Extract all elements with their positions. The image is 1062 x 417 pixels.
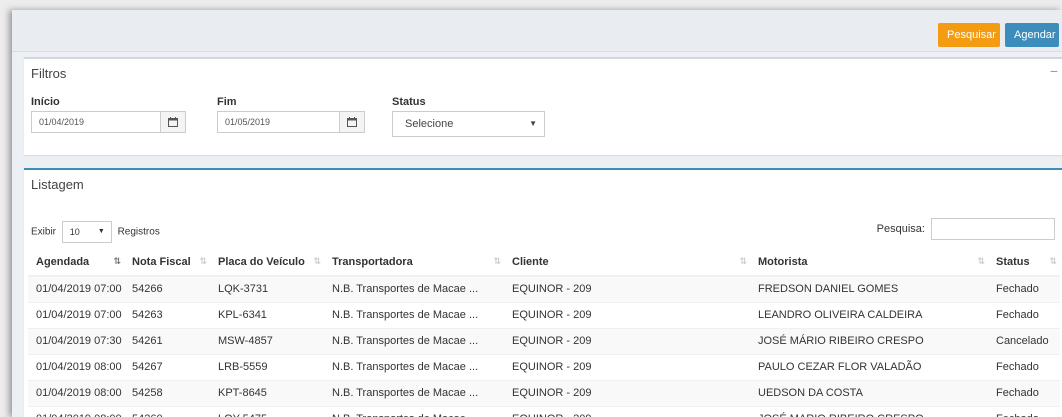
cell-plate: LQY-5475: [210, 405, 324, 417]
column-header-carrier[interactable]: Transportadora ⇅: [324, 248, 504, 277]
schedules-table: Agendada ⇅ Nota Fiscal ⇅ Placa do Veículo ⇅…: [28, 248, 1060, 417]
cell-client: EQUINOR - 209: [504, 353, 750, 380]
status-filter-label: Status: [392, 96, 426, 108]
cell-carrier: N.B. Transportes de Macae ...: [324, 327, 504, 354]
cell-plate: LQK-3731: [210, 275, 324, 302]
cell-status: Fechado: [988, 405, 1060, 417]
schedule-button[interactable]: Agendar: [1005, 23, 1059, 47]
table-search: Pesquisa:: [877, 218, 1055, 240]
cell-client: EQUINOR - 209: [504, 301, 750, 328]
cell-client: EQUINOR - 209: [504, 327, 750, 354]
cell-plate: KPT-8645: [210, 379, 324, 406]
cell-client: EQUINOR - 209: [504, 379, 750, 406]
search-button[interactable]: Pesquisar: [938, 23, 1000, 47]
sort-icon: ⇅: [1049, 256, 1056, 266]
sort-icon: ⇅: [313, 256, 320, 266]
cell-scheduled: 01/04/2019 08:00: [28, 353, 124, 380]
table-row[interactable]: 01/04/2019 08:00 54258 KPT-8645 N.B. Tra…: [28, 379, 1060, 406]
cell-status: Cancelado: [988, 327, 1060, 354]
end-date-group: 01/05/2019: [217, 111, 365, 133]
listing-panel: Listagem Exibir 10 ▼ Registros Pesquisa:…: [24, 168, 1062, 417]
end-date-label: Fim: [217, 96, 237, 108]
page-length-value: 10: [69, 227, 80, 237]
cell-driver: JOSÉ MÁRIO RIBEIRO CRESPO: [750, 327, 988, 354]
column-header-status[interactable]: Status ⇅: [988, 248, 1060, 277]
cell-carrier: N.B. Transportes de Macae ...: [324, 379, 504, 406]
column-header-driver[interactable]: Motorista ⇅: [750, 248, 988, 277]
caret-down-icon: ▼: [97, 228, 105, 235]
cell-invoice: 54263: [124, 301, 210, 328]
page-length-control: Exibir 10 ▼ Registros: [31, 221, 160, 243]
cell-invoice: 54261: [124, 327, 210, 354]
cell-driver: FREDSON DANIEL GOMES: [750, 275, 988, 302]
cell-plate: MSW-4857: [210, 327, 324, 354]
table-row[interactable]: 01/04/2019 08:00 54267 LRB-5559 N.B. Tra…: [28, 353, 1060, 380]
calendar-icon[interactable]: [160, 112, 185, 132]
cell-driver: PAULO CEZAR FLOR VALADÃO: [750, 353, 988, 380]
sort-icon: ⇅: [977, 256, 984, 266]
cell-client: EQUINOR - 209: [504, 405, 750, 417]
cell-driver: UEDSON DA COSTA: [750, 379, 988, 406]
cell-status: Fechado: [988, 379, 1060, 406]
cell-status: Fechado: [988, 275, 1060, 302]
cell-carrier: N.B. Transportes de Macae ...: [324, 353, 504, 380]
cell-scheduled: 01/04/2019 07:30: [28, 327, 124, 354]
page-length-select[interactable]: 10 ▼: [61, 221, 112, 243]
sort-icon: ⇅: [493, 256, 500, 266]
calendar-icon[interactable]: [339, 112, 364, 132]
cell-client: EQUINOR - 209: [504, 275, 750, 302]
top-toolbar: Pesquisar Agendar: [12, 10, 1062, 52]
app-page: Pesquisar Agendar Filtros − Início 01/04…: [12, 10, 1062, 417]
column-header-client[interactable]: Cliente ⇅: [504, 248, 750, 277]
cell-status: Fechado: [988, 301, 1060, 328]
table-row[interactable]: 01/04/2019 07:00 54266 LQK-3731 N.B. Tra…: [28, 275, 1060, 302]
cell-invoice: 54267: [124, 353, 210, 380]
table-search-input[interactable]: [931, 218, 1055, 240]
status-select[interactable]: Selecione ▼: [392, 111, 545, 137]
cell-plate: LRB-5559: [210, 353, 324, 380]
filters-title: Filtros: [31, 66, 67, 81]
end-date-input[interactable]: 01/05/2019: [218, 112, 277, 132]
cell-scheduled: 01/04/2019 07:00: [28, 275, 124, 302]
records-label: Registros: [117, 226, 160, 238]
sort-icon: ⇅: [199, 256, 206, 266]
column-header-scheduled[interactable]: Agendada ⇅: [28, 248, 124, 277]
table-row[interactable]: 01/04/2019 07:30 54261 MSW-4857 N.B. Tra…: [28, 327, 1060, 354]
cell-driver: JOSÉ MARIO RIBEIRO CRESPO: [750, 405, 988, 417]
caret-down-icon: ▼: [529, 119, 537, 128]
start-date-group: 01/04/2019: [31, 111, 186, 133]
column-header-invoice[interactable]: Nota Fiscal ⇅: [124, 248, 210, 277]
filters-panel: Filtros − Início 01/04/2019 Fim 01/05/20…: [24, 57, 1062, 155]
sort-icon: ⇅: [739, 256, 746, 266]
sort-asc-icon: ⇅: [113, 256, 120, 266]
cell-status: Fechado: [988, 353, 1060, 380]
cell-driver: LEANDRO OLIVEIRA CALDEIRA: [750, 301, 988, 328]
start-date-label: Início: [31, 96, 60, 108]
column-header-plate[interactable]: Placa do Veículo ⇅: [210, 248, 324, 277]
cell-scheduled: 01/04/2019 07:00: [28, 301, 124, 328]
status-select-value: Selecione: [405, 118, 454, 130]
table-row[interactable]: 01/04/2019 08:00 54260 LQY-5475 N.B. Tra…: [28, 405, 1060, 417]
cell-scheduled: 01/04/2019 08:00: [28, 405, 124, 417]
cell-invoice: 54258: [124, 379, 210, 406]
cell-scheduled: 01/04/2019 08:00: [28, 379, 124, 406]
table-row[interactable]: 01/04/2019 07:00 54263 KPL-6341 N.B. Tra…: [28, 301, 1060, 328]
cell-carrier: N.B. Transportes de Macae ...: [324, 301, 504, 328]
cell-carrier: N.B. Transportes de Macae ...: [324, 275, 504, 302]
cell-carrier: N.B. Transportes de Macae ...: [324, 405, 504, 417]
cell-invoice: 54266: [124, 275, 210, 302]
cell-invoice: 54260: [124, 405, 210, 417]
minus-icon[interactable]: −: [1050, 63, 1058, 79]
table-header-row: Agendada ⇅ Nota Fiscal ⇅ Placa do Veículo ⇅…: [28, 248, 1060, 277]
listing-title: Listagem: [31, 177, 84, 192]
show-label: Exibir: [31, 226, 57, 238]
start-date-input[interactable]: 01/04/2019: [32, 112, 91, 132]
table-search-label: Pesquisa:: [876, 222, 925, 235]
cell-plate: KPL-6341: [210, 301, 324, 328]
